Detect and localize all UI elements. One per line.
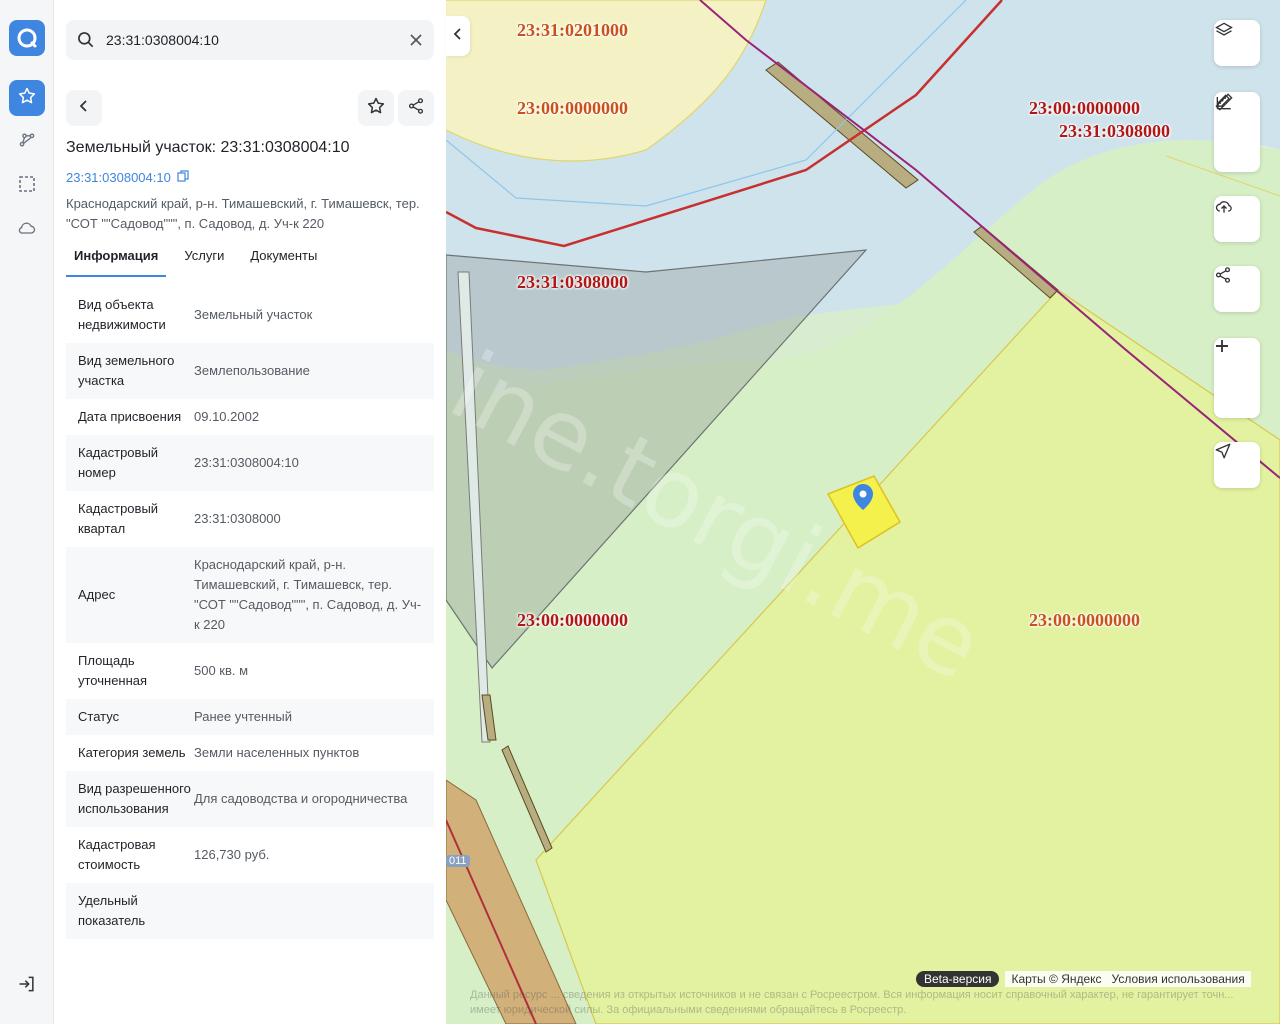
favorites-nav-button[interactable] xyxy=(9,80,45,116)
route-icon xyxy=(17,130,37,155)
info-value: 500 кв. м xyxy=(194,663,249,678)
info-key: Вид объекта недвижимости xyxy=(78,297,166,332)
tab-services[interactable]: Услуги xyxy=(176,240,232,277)
info-value: 23:31:0308004:10 xyxy=(194,455,299,470)
info-value: Землепользование xyxy=(194,363,310,378)
search-input[interactable] xyxy=(106,20,396,60)
collapse-panel-button[interactable] xyxy=(446,16,470,56)
info-key: Кадастровый номер xyxy=(78,445,159,480)
info-key: Кадастровая стоимость xyxy=(78,837,156,872)
chevron-left-icon xyxy=(76,98,92,119)
info-value: Земельный участок xyxy=(194,307,313,322)
layers-button[interactable] xyxy=(1214,22,1260,61)
share-map-control[interactable] xyxy=(1214,266,1260,312)
info-row: Кадастровая стоимость 126,730 руб. xyxy=(66,827,434,883)
logout-icon xyxy=(17,974,37,999)
map-attribution: Beta-версия Карты © Яндекс Условия испол… xyxy=(916,971,1251,987)
routes-nav-button[interactable] xyxy=(9,124,45,160)
object-address: Краснодарский край, р-н. Тимашевский, г.… xyxy=(66,196,420,231)
cadastral-label: 23:31:0308000 xyxy=(517,272,628,292)
share-icon xyxy=(407,97,425,120)
search-bar xyxy=(66,20,434,60)
info-row: Кадастровый квартал 23:31:0308000 xyxy=(66,491,434,547)
road-number-badge: 011 xyxy=(446,855,470,867)
measure-tools xyxy=(1214,92,1260,172)
disclaimer-text: Данный ресурс ... сведения из открытых и… xyxy=(470,989,1234,1016)
search-icon xyxy=(76,30,96,55)
info-key: Вид разрешенного использования xyxy=(78,781,191,816)
info-key: Удельный показатель xyxy=(78,893,146,928)
edit-button[interactable] xyxy=(1214,94,1260,168)
zoom-out-button[interactable] xyxy=(1214,345,1260,414)
layers-control[interactable] xyxy=(1214,20,1260,66)
info-value: Ранее учтенный xyxy=(194,709,292,724)
upload-control[interactable] xyxy=(1214,196,1260,242)
info-value: 126,730 руб. xyxy=(194,847,270,862)
share-map-button[interactable] xyxy=(1214,267,1260,307)
beta-badge: Beta-версия xyxy=(916,971,1000,987)
info-key: Вид земельного участка xyxy=(78,353,175,388)
tabs: Информация Услуги Документы xyxy=(66,240,335,277)
cadastral-label: 23:31:0201000 xyxy=(517,20,628,40)
info-value: 09.10.2002 xyxy=(194,409,260,424)
info-row: Статус Ранее учтенный xyxy=(66,699,434,735)
map-copyright: Карты © Яндекс xyxy=(1011,972,1102,986)
tab-documents[interactable]: Документы xyxy=(242,240,325,277)
terms-link[interactable]: Условия использования xyxy=(1112,972,1245,986)
info-value: Земли населенных пунктов xyxy=(194,745,360,760)
clear-search-icon[interactable] xyxy=(408,32,424,53)
cadastral-number-link[interactable]: 23:31:0308004:10 xyxy=(66,170,189,185)
selection-nav-button[interactable] xyxy=(9,168,45,204)
info-value: Краснодарский край, р-н. Тимашевский, г.… xyxy=(194,557,422,632)
left-rail xyxy=(0,0,54,1024)
cadastral-number-text[interactable]: 23:31:0308004:10 xyxy=(66,170,171,185)
geolocation-button[interactable] xyxy=(1214,443,1260,483)
info-row: Категория земель Земли населенных пунктов xyxy=(66,735,434,771)
info-key: Адрес xyxy=(78,587,116,602)
chevron-left-icon xyxy=(452,27,464,46)
cadastral-label: 23:31:0308000 xyxy=(1059,121,1170,141)
info-key: Дата присвоения xyxy=(78,409,182,424)
info-key: Площадь уточненная xyxy=(78,653,148,688)
info-row: Вид земельного участка Землепользование xyxy=(66,343,434,399)
info-value: 23:31:0308000 xyxy=(194,511,281,526)
zoom-control xyxy=(1214,338,1260,418)
info-row: Удельный показатель xyxy=(66,883,434,939)
selection-icon xyxy=(18,175,36,198)
info-row: Дата присвоения 09.10.2002 xyxy=(66,399,434,435)
back-button[interactable] xyxy=(66,90,102,126)
object-details-panel: Земельный участок: 23:31:0308004:10 23:3… xyxy=(54,0,446,1024)
info-row: Вид разрешенного использования Для садово… xyxy=(66,771,434,827)
cadastral-label: 23:00:0000000 xyxy=(1029,98,1140,118)
cadastral-label: 23:00:0000000 xyxy=(1029,610,1140,630)
logout-button[interactable] xyxy=(9,968,45,1004)
info-key: Статус xyxy=(78,709,120,724)
copy-icon[interactable] xyxy=(177,170,189,185)
tab-information[interactable]: Информация xyxy=(66,240,167,277)
share-button[interactable] xyxy=(398,90,434,126)
page-title: Земельный участок: 23:31:0308004:10 xyxy=(66,139,350,156)
info-row: Вид объекта недвижимости Земельный участо… xyxy=(66,287,434,343)
info-key: Категория земель xyxy=(78,745,186,760)
cadastral-label: 23:00:0000000 xyxy=(517,610,628,630)
upload-button[interactable] xyxy=(1214,201,1260,237)
info-table: Вид объекта недвижимости Земельный участо… xyxy=(66,287,434,939)
info-row: Площадь уточненная 500 кв. м xyxy=(66,643,434,699)
info-key: Кадастровый квартал xyxy=(78,501,159,536)
map-canvas[interactable] xyxy=(446,0,1280,1024)
info-value: Для садоводства и огородничества xyxy=(194,791,408,806)
info-row: Кадастровый номер 23:31:0308004:10 xyxy=(66,435,434,491)
cloud-nav-button[interactable] xyxy=(9,212,45,248)
app-logo-icon[interactable] xyxy=(9,20,45,56)
map-view[interactable]: ine.torgi.me 23:31:0201000 23:00:0000000… xyxy=(446,0,1280,1024)
cloud-icon xyxy=(17,218,37,243)
favorite-button[interactable] xyxy=(358,90,394,126)
map-copyright-group: Карты © Яндекс Условия использования xyxy=(1005,971,1251,987)
geolocation-control[interactable] xyxy=(1214,442,1260,488)
info-row: Адрес Краснодарский край, р-н. Тимашевски… xyxy=(66,547,434,643)
cadastral-label: 23:00:0000000 xyxy=(517,98,628,118)
star-icon xyxy=(366,96,386,121)
star-icon xyxy=(17,86,37,111)
